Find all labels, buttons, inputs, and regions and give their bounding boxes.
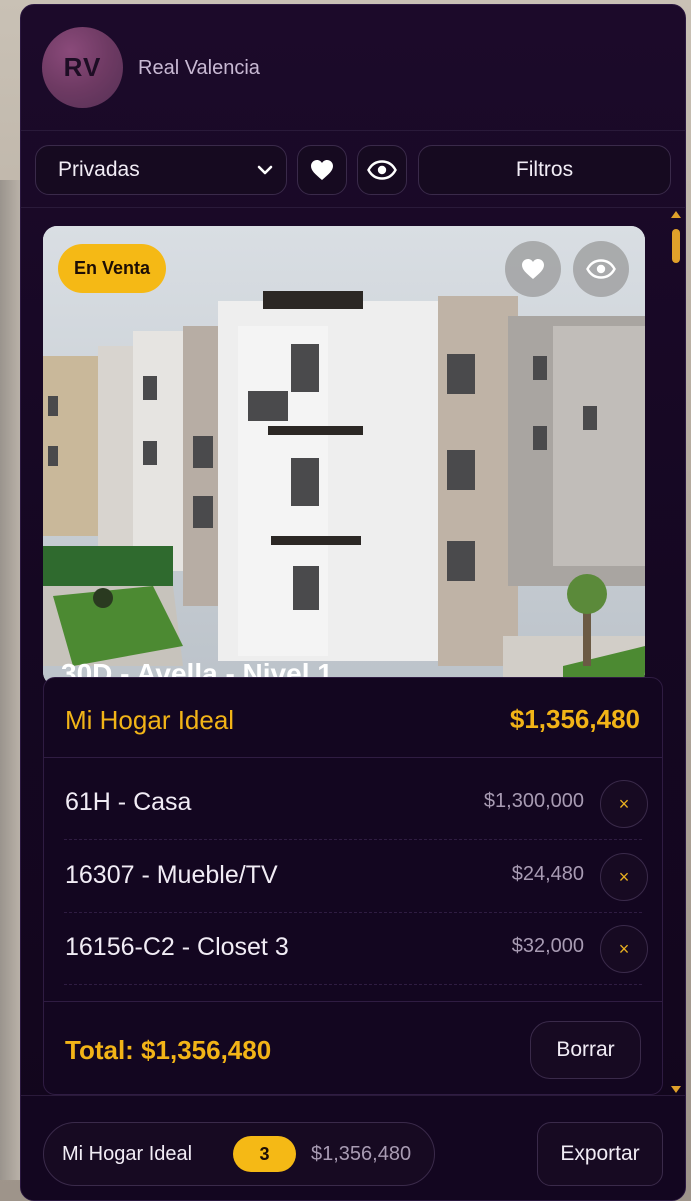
property-card[interactable]: En Venta 30D - Avella - Nivel 1 xyxy=(43,226,645,686)
heart-icon xyxy=(311,160,333,180)
cart-pill[interactable]: Mi Hogar Ideal 3 $1,356,480 xyxy=(43,1122,435,1186)
main-panel: RV Real Valencia Privadas Filtros En Ven… xyxy=(20,4,686,1201)
scroll-down-icon[interactable] xyxy=(671,1086,681,1093)
cart-item-amount: $24,480 xyxy=(511,863,584,885)
remove-item-button[interactable]: × xyxy=(600,780,648,828)
export-button[interactable]: Exportar xyxy=(537,1122,663,1186)
cart-price: $1,356,480 xyxy=(509,704,640,734)
header: RV Real Valencia xyxy=(21,5,685,131)
footer-bar: Mi Hogar Ideal 3 $1,356,480 Exportar xyxy=(21,1095,685,1200)
close-icon: × xyxy=(618,793,630,814)
cart-item-label: 16307 - Mueble/TV xyxy=(65,861,278,889)
cart-header: Mi Hogar Ideal $1,356,480 xyxy=(44,678,662,758)
favorites-filter-button[interactable] xyxy=(297,145,347,195)
card-view-button[interactable] xyxy=(573,241,629,297)
close-icon: × xyxy=(618,866,630,887)
scroll-up-icon[interactable] xyxy=(671,211,681,218)
cart-count-badge: 3 xyxy=(233,1136,296,1172)
cart-pill-label: Mi Hogar Ideal xyxy=(62,1143,193,1165)
cart-total: Total: $1,356,480 xyxy=(65,1035,272,1065)
cart-footer: Total: $1,356,480 Borrar xyxy=(44,1001,662,1096)
category-select-value: Privadas xyxy=(58,158,140,181)
row-divider xyxy=(64,984,642,985)
eye-icon xyxy=(586,259,616,279)
remove-item-button[interactable]: × xyxy=(600,853,648,901)
cart-item-amount: $32,000 xyxy=(511,935,584,957)
scrollbar[interactable] xyxy=(671,211,681,1093)
cart-item: 16156-C2 - Closet 3 $32,000 × xyxy=(44,913,662,985)
cart-pill-amount: $1,356,480 xyxy=(311,1143,412,1165)
viewed-filter-button[interactable] xyxy=(357,145,407,195)
property-photo xyxy=(43,226,645,686)
cart-item: 61H - Casa $1,300,000 × xyxy=(44,768,662,840)
row-divider xyxy=(64,839,642,840)
cart-title: Mi Hogar Ideal xyxy=(65,705,235,735)
cart-item-label: 61H - Casa xyxy=(65,788,192,816)
cart-summary: Mi Hogar Ideal $1,356,480 61H - Casa $1,… xyxy=(43,677,663,1095)
cart-item-amount: $1,300,000 xyxy=(483,790,584,812)
clear-button[interactable]: Borrar xyxy=(530,1021,641,1079)
cart-item: 16307 - Mueble/TV $24,480 × xyxy=(44,841,662,913)
for-sale-badge: En Venta xyxy=(58,244,167,293)
background-edge xyxy=(0,180,20,1180)
eye-icon xyxy=(367,160,397,180)
remove-item-button[interactable]: × xyxy=(600,925,648,973)
cart-item-label: 16156-C2 - Closet 3 xyxy=(65,933,289,961)
card-favorite-button[interactable] xyxy=(505,241,561,297)
heart-icon xyxy=(522,259,544,279)
chevron-down-icon xyxy=(257,165,273,175)
scroll-thumb[interactable] xyxy=(672,229,680,263)
filter-bar: Privadas Filtros xyxy=(21,132,685,208)
category-select[interactable]: Privadas xyxy=(35,145,287,195)
filters-button[interactable]: Filtros xyxy=(418,145,671,195)
brand-name: Real Valencia xyxy=(138,57,260,79)
avatar[interactable]: RV xyxy=(42,27,123,108)
close-icon: × xyxy=(618,938,630,959)
